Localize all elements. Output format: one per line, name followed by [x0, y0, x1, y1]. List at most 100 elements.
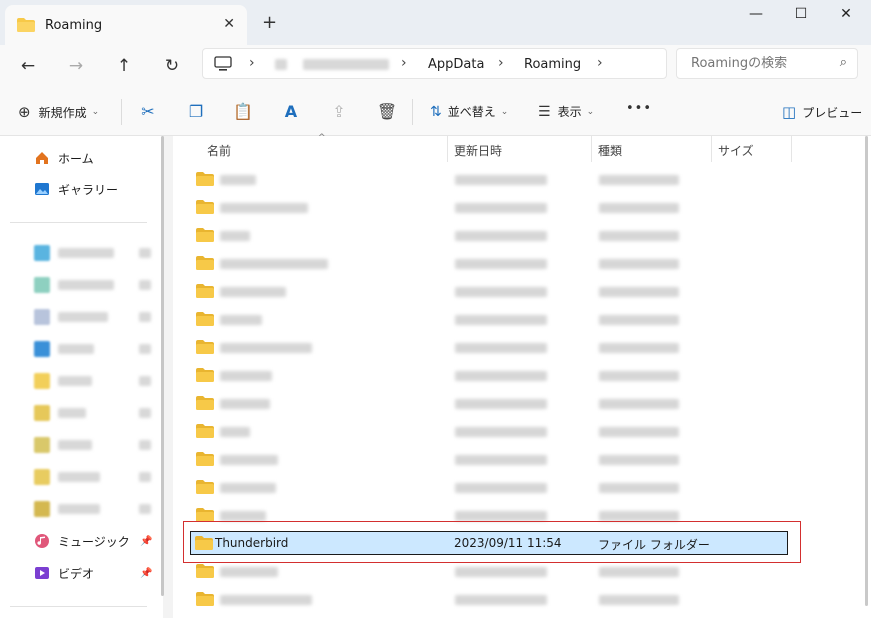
- table-row[interactable]: [190, 225, 790, 247]
- file-name: Thunderbird: [215, 536, 289, 550]
- breadcrumb-appdata[interactable]: AppData: [428, 57, 484, 72]
- search-box[interactable]: ⌕: [676, 48, 858, 79]
- sort-button[interactable]: ⇅ 並べ替え ⌄: [430, 103, 508, 120]
- blurred-file-type: [599, 287, 679, 297]
- sidebar-item-blurred[interactable]: [34, 467, 100, 487]
- blurred-file-name: [220, 455, 278, 465]
- column-divider[interactable]: [591, 136, 592, 162]
- rename-icon[interactable]: A: [280, 101, 302, 123]
- blurred-file-modified: [455, 511, 547, 521]
- title-bar: Roaming ✕ + — ☐ ✕: [0, 0, 871, 45]
- folder-icon: [196, 508, 214, 522]
- address-bar[interactable]: › › AppData › Roaming ›: [202, 48, 667, 79]
- table-row[interactable]: [190, 393, 790, 415]
- table-row[interactable]: [190, 253, 790, 275]
- preview-button[interactable]: ◫ プレビュー: [782, 103, 862, 121]
- sidebar-item-blurred[interactable]: [34, 275, 114, 295]
- breadcrumb-chevron-icon[interactable]: ›: [597, 55, 603, 71]
- table-row[interactable]: [190, 281, 790, 303]
- table-row-thunderbird[interactable]: Thunderbird 2023/09/11 11:54 ファイル フォルダー: [190, 531, 788, 555]
- delete-icon[interactable]: 🗑: [376, 101, 398, 123]
- tab-roaming[interactable]: Roaming ✕: [5, 5, 247, 45]
- tab-close-icon[interactable]: ✕: [223, 16, 235, 32]
- sidebar-item-blurred[interactable]: [34, 499, 100, 519]
- table-row[interactable]: [190, 365, 790, 387]
- blurred-file-name: [220, 567, 278, 577]
- chevron-down-icon: ⌄: [586, 106, 595, 117]
- breadcrumb-roaming[interactable]: Roaming: [524, 57, 581, 72]
- sidebar-item-home[interactable]: ホーム: [34, 148, 94, 168]
- table-row[interactable]: [190, 309, 790, 331]
- gallery-icon: [35, 183, 49, 195]
- table-row[interactable]: [190, 421, 790, 443]
- sidebar-divider: [10, 222, 147, 223]
- more-options-button[interactable]: •••: [626, 101, 652, 116]
- blurred-file-type: [599, 567, 679, 577]
- new-button[interactable]: ⊕ 新規作成 ⌄: [18, 103, 99, 121]
- sidebar-item-blurred[interactable]: [34, 371, 92, 391]
- column-divider[interactable]: [447, 136, 448, 162]
- blurred-file-modified: [455, 595, 547, 605]
- blurred-file-modified: [455, 231, 547, 241]
- pin-icon[interactable]: 📌: [140, 536, 152, 547]
- blurred-label: [58, 440, 92, 450]
- folder-icon: [196, 592, 214, 606]
- sidebar-item-video[interactable]: ビデオ: [34, 563, 94, 583]
- table-row[interactable]: [190, 477, 790, 499]
- blurred-file-name: [220, 315, 262, 325]
- column-header-type[interactable]: 種類: [598, 136, 622, 162]
- blurred-file-name: [220, 427, 250, 437]
- new-tab-button[interactable]: +: [262, 12, 277, 33]
- blurred-file-type: [599, 259, 679, 269]
- blurred-label: [58, 472, 100, 482]
- sidebar-item-blurred[interactable]: [34, 403, 86, 423]
- sidebar-item-gallery[interactable]: ギャラリー: [34, 179, 118, 199]
- blurred-breadcrumb: [275, 59, 287, 70]
- column-header-size[interactable]: サイズ: [718, 136, 754, 162]
- table-row[interactable]: [190, 337, 790, 359]
- blurred-file-name: [220, 511, 266, 521]
- sidebar-item-music[interactable]: ミュージック: [34, 531, 130, 551]
- close-button[interactable]: ✕: [834, 6, 858, 26]
- pin-icon: [139, 440, 151, 450]
- file-modified: 2023/09/11 11:54: [454, 536, 562, 550]
- sidebar-scrollbar[interactable]: [161, 136, 164, 596]
- blurred-file-modified: [455, 259, 547, 269]
- table-row[interactable]: [190, 197, 790, 219]
- pin-icon: [139, 280, 151, 290]
- folder-icon: [196, 256, 214, 270]
- folder-icon: [34, 437, 50, 453]
- pin-icon[interactable]: 📌: [140, 568, 152, 579]
- blurred-file-type: [599, 175, 679, 185]
- view-button[interactable]: ☰ 表示 ⌄: [538, 103, 594, 120]
- music-icon: [35, 534, 49, 548]
- sidebar-item-label: ギャラリー: [58, 182, 119, 197]
- copy-icon[interactable]: ❐: [185, 101, 207, 123]
- search-input[interactable]: [691, 56, 831, 71]
- column-divider[interactable]: [711, 136, 712, 162]
- table-row[interactable]: [190, 169, 790, 191]
- sidebar-item-blurred[interactable]: [34, 339, 94, 359]
- sidebar-item-blurred[interactable]: [34, 243, 114, 263]
- column-divider[interactable]: [791, 136, 792, 162]
- sidebar-item-label: ミュージック: [58, 534, 130, 549]
- file-list-scrollbar[interactable]: [865, 136, 868, 606]
- maximize-button[interactable]: ☐: [789, 6, 813, 26]
- refresh-button[interactable]: ↻: [159, 54, 185, 78]
- blurred-file-modified: [455, 315, 547, 325]
- cut-icon[interactable]: ✂: [137, 101, 159, 123]
- table-row[interactable]: [190, 561, 790, 583]
- table-row[interactable]: [190, 589, 790, 611]
- table-row[interactable]: [190, 449, 790, 471]
- column-header-name[interactable]: 名前: [207, 136, 231, 162]
- sidebar-item-blurred[interactable]: [34, 435, 92, 455]
- forward-button[interactable]: →: [63, 54, 89, 78]
- minimize-button[interactable]: —: [744, 6, 768, 26]
- up-button[interactable]: ↑: [111, 54, 137, 78]
- navigation-bar: ← → ↑ ↻ › › AppData › Roaming › ⌕: [0, 45, 871, 89]
- sidebar-item-blurred[interactable]: [34, 307, 108, 327]
- share-icon[interactable]: ⇪: [328, 101, 350, 123]
- paste-icon[interactable]: 📋: [232, 101, 254, 123]
- column-header-modified[interactable]: 更新日時: [454, 136, 502, 162]
- back-button[interactable]: ←: [15, 54, 41, 78]
